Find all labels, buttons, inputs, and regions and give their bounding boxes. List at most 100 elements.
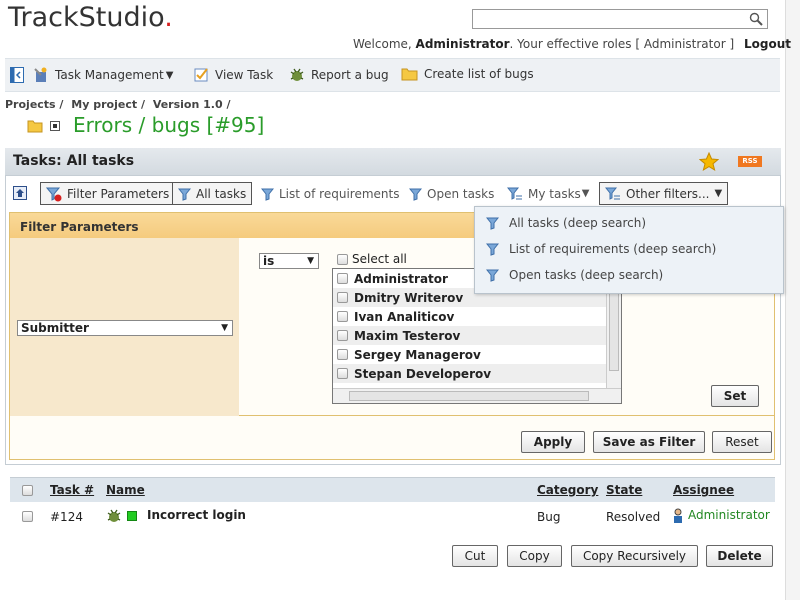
listbox-horizontal-scrollbar[interactable] (333, 388, 621, 403)
collapse-panel-button[interactable] (10, 67, 24, 83)
checkbox[interactable] (337, 330, 348, 341)
role-badge: [ Administrator ] (635, 37, 735, 51)
set-button[interactable]: Set (711, 385, 759, 407)
breadcrumb: Projects / My project / Version 1.0 / (5, 98, 234, 111)
checkbox[interactable] (337, 292, 348, 303)
breadcrumb-projects[interactable]: Projects / (5, 98, 63, 111)
cut-button[interactable]: Cut (452, 545, 498, 567)
checkbox[interactable] (337, 349, 348, 360)
menu-item-requirements-deep[interactable]: List of requirements (deep search) (486, 242, 716, 256)
welcome-text: Welcome, Administrator. Your effective r… (353, 37, 791, 51)
checkbox[interactable] (337, 368, 348, 379)
filter-icon (178, 188, 191, 201)
search-icon[interactable] (749, 12, 763, 26)
breadcrumb-version[interactable]: Version 1.0 / (153, 98, 231, 111)
other-filters-dropdown[interactable]: Other filters... ▼ (599, 182, 729, 205)
filter-operator-value: is (263, 254, 275, 268)
bug-icon (290, 68, 304, 81)
folder-icon (401, 68, 418, 81)
filter-field-value: Submitter (21, 321, 89, 335)
tab-open-tasks[interactable]: Open tasks (404, 182, 499, 205)
filter-field-select[interactable]: Submitter ▼ (17, 320, 233, 336)
tab-open-tasks-label: Open tasks (427, 186, 495, 201)
list-item-label: Administrator (354, 271, 448, 286)
rss-icon[interactable]: RSS (738, 156, 762, 167)
apply-button[interactable]: Apply (521, 431, 585, 453)
filter-icon (409, 188, 422, 201)
list-item-label: Ivan Analiticov (354, 309, 455, 324)
tab-list-of-requirements[interactable]: List of requirements (256, 182, 404, 205)
column-name[interactable]: Name (106, 483, 145, 497)
row-checkbox[interactable] (22, 511, 33, 522)
menu-item-open-tasks-deep[interactable]: Open tasks (deep search) (486, 268, 663, 282)
checkbox[interactable] (337, 273, 348, 284)
table-row[interactable] (10, 503, 775, 529)
checklist-icon (194, 68, 208, 82)
chevron-down-icon: ▼ (581, 188, 590, 199)
task-name-link[interactable]: Incorrect login (147, 508, 246, 522)
filter-operator-select[interactable]: is ▼ (259, 253, 319, 269)
list-item[interactable]: Maxim Testerov (333, 326, 607, 345)
filter-list-icon (605, 187, 620, 200)
trackstudio-logo[interactable]: TrackStudio. (8, 2, 173, 33)
delete-button[interactable]: Delete (706, 545, 773, 567)
column-state[interactable]: State (606, 483, 642, 497)
reset-button[interactable]: Reset (712, 431, 772, 453)
tab-my-tasks-label: My tasks (528, 186, 581, 201)
current-user: Administrator (415, 37, 510, 51)
filter-icon (486, 243, 499, 256)
list-item[interactable]: Stepan Developerov (333, 364, 607, 383)
list-item-label: Maxim Testerov (354, 328, 461, 343)
filter-icon (486, 217, 499, 230)
column-assignee[interactable]: Assignee (673, 483, 734, 497)
select-all-rows-checkbox[interactable] (22, 485, 33, 496)
logout-link[interactable]: Logout (744, 37, 791, 51)
bookmark-icon[interactable] (13, 186, 27, 200)
list-item-label: Dmitry Writerov (354, 290, 464, 305)
favorite-star-icon[interactable] (699, 152, 719, 172)
report-bug-button[interactable]: Report a bug (289, 67, 389, 83)
filter-edit-icon (46, 187, 62, 201)
column-task-number[interactable]: Task # (50, 483, 94, 497)
select-all-checkbox[interactable]: Select all (337, 252, 407, 266)
task-state: Resolved (606, 510, 661, 524)
search-input[interactable] (472, 9, 768, 29)
menu-item-label: Open tasks (deep search) (509, 268, 664, 282)
user-icon (674, 508, 682, 523)
task-assignee[interactable]: Administrator (688, 508, 770, 522)
expand-icon[interactable] (50, 121, 60, 131)
panel-toggle-icon (10, 67, 24, 83)
tab-all-tasks[interactable]: All tasks (172, 182, 253, 205)
list-item-label: Stepan Developerov (354, 366, 492, 381)
copy-button[interactable]: Copy (507, 545, 562, 567)
report-bug-label: Report a bug (311, 68, 389, 82)
scroll-thumb[interactable] (349, 391, 589, 401)
chevron-down-icon: ▼ (714, 188, 723, 199)
checkbox[interactable] (337, 311, 348, 322)
tab-my-tasks[interactable]: My tasks ▼ (502, 182, 594, 205)
create-list-button[interactable]: Create list of bugs (401, 67, 534, 81)
menu-item-label: List of requirements (deep search) (509, 242, 717, 256)
tab-filter-parameters[interactable]: Filter Parameters (40, 182, 176, 205)
list-item[interactable]: Ivan Analiticov (333, 307, 607, 326)
open-folder-icon (27, 120, 43, 133)
column-category[interactable]: Category (537, 483, 598, 497)
page-title: Errors / bugs [#95] (73, 113, 265, 137)
page-scrollbar[interactable] (785, 0, 800, 600)
breadcrumb-my-project[interactable]: My project / (71, 98, 145, 111)
view-task-button[interactable]: View Task (194, 67, 273, 82)
create-list-label: Create list of bugs (424, 67, 534, 81)
menu-item-all-tasks-deep[interactable]: All tasks (deep search) (486, 216, 646, 230)
chevron-down-icon: ▼ (221, 323, 228, 333)
list-item[interactable]: Sergey Managerov (333, 345, 607, 364)
filter-icon (261, 188, 274, 201)
panel-title: Tasks: All tasks (13, 153, 135, 169)
copy-recursively-button[interactable]: Copy Recursively (571, 545, 698, 567)
tools-icon (34, 67, 47, 82)
filter-icon (486, 269, 499, 282)
checkbox[interactable] (337, 253, 348, 265)
task-number: #124 (50, 510, 83, 524)
task-management-menu[interactable]: Task Management ▼ (33, 67, 173, 83)
save-as-filter-button[interactable]: Save as Filter (593, 431, 705, 453)
bug-icon (107, 509, 121, 522)
